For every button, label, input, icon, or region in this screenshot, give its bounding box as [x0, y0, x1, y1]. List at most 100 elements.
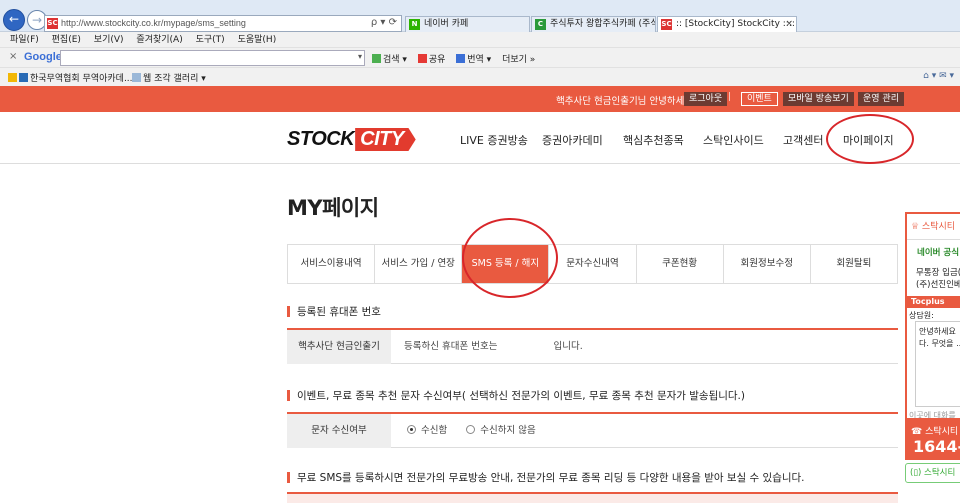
close-tab-icon[interactable]: ×	[785, 17, 793, 32]
tab-service-join[interactable]: 서비스 가입 / 연장	[375, 245, 463, 283]
address-bar[interactable]: SC http://www.stockcity.co.kr/mypage/sms…	[44, 15, 402, 32]
tab-coupons[interactable]: 쿠폰현황	[637, 245, 724, 283]
site-favicon: SC	[47, 18, 58, 29]
logout-button[interactable]: 로그아웃	[684, 92, 728, 106]
radio-receive[interactable]: 수신함	[407, 425, 447, 436]
tool-label: 번역 ▾	[467, 55, 492, 65]
tab-naver-cafe[interactable]: N 네이버 카페	[405, 16, 530, 32]
tab-edit-profile[interactable]: 회원정보수정	[724, 245, 811, 283]
site-header: STOCK CITY LIVE 증권방송 증권아카데미 핵심추천종목 스탁인사이드…	[0, 112, 960, 164]
google-more-button[interactable]: 더보기 »	[502, 55, 535, 65]
favorite-kita[interactable]: 한국무역협회 무역아카데...	[8, 71, 133, 84]
phone-number: 1644-	[913, 437, 960, 456]
admin-button[interactable]: 운영 관리	[858, 92, 904, 106]
sms-consent-label: 문자 수신여부	[287, 414, 391, 448]
menu-edit[interactable]: 편집(E)	[52, 33, 81, 47]
google-share-button[interactable]: 공유	[417, 54, 446, 65]
nav-live-broadcast[interactable]: LIVE 증권방송	[460, 132, 528, 148]
event-button[interactable]: 이벤트	[741, 92, 778, 106]
back-arrow-icon[interactable]: ←	[3, 9, 25, 31]
logo-city-text: CITY	[355, 128, 416, 151]
google-logo: Google	[24, 51, 62, 63]
section-sms-consent-title: 이벤트, 무료 종목 추천 문자 수신여부( 선택하신 전문가의 이벤트, 무료…	[287, 388, 745, 403]
cafe-favicon: C	[535, 19, 546, 30]
tab-sms-received[interactable]: 문자수신내역	[549, 245, 637, 283]
menu-tools[interactable]: 도구(T)	[196, 33, 225, 47]
chevron-down-icon[interactable]: ▾	[358, 52, 362, 61]
widget-company-line: (주)선진인베스	[916, 280, 960, 290]
google-search-button[interactable]: 검색 ▾	[372, 54, 407, 65]
menu-bar: 파일(F) 편집(E) 보기(V) 즐겨찾기(A) 도구(T) 도움말(H)	[0, 33, 960, 47]
sms-consent-row: 문자 수신여부 수신함 수신하지 않음	[287, 412, 898, 448]
tool-label: 공유	[428, 55, 446, 65]
radio-receive-label: 수신함	[421, 425, 448, 436]
tab-stockcity[interactable]: SC :: [StockCity] StockCity :::: ×	[657, 16, 797, 32]
widget-header: ♕ 스탁시티	[907, 214, 960, 240]
web-slice-icon	[132, 73, 141, 82]
tocplus-bar: Tocplus	[907, 296, 960, 308]
share-icon	[417, 54, 427, 63]
address-url[interactable]: http://www.stockcity.co.kr/mypage/sms_se…	[61, 18, 246, 28]
chat-agent-label: 상담원:	[909, 311, 934, 320]
menu-favorites[interactable]: 즐겨찾기(A)	[136, 33, 182, 47]
registered-phone-row: 핵추사단 현금인출기 등록하신 휴대폰 번호는 입니다.	[287, 328, 898, 364]
close-icon[interactable]: ×	[9, 51, 17, 62]
registered-phone-value: 등록하신 휴대폰 번호는 입니다.	[404, 330, 583, 364]
browser-chrome: ← → SC http://www.stockcity.co.kr/mypage…	[0, 0, 960, 86]
nav-customer-center[interactable]: 고객센터	[783, 132, 823, 148]
address-row: ← → SC http://www.stockcity.co.kr/mypage…	[0, 0, 960, 32]
chat-window: 안녕하세요 다. 무엇을 ...	[915, 321, 960, 407]
logo-stock-text: STOCK	[287, 128, 355, 150]
radio-not-receive[interactable]: 수신하지 않음	[466, 425, 536, 436]
mobile-broadcast-button[interactable]: 모바일 방송보기	[783, 92, 854, 106]
chat-line: 안녕하세요	[919, 327, 956, 336]
phone-prefix-text: 등록하신 휴대폰 번호는	[404, 341, 498, 352]
search-icon	[372, 54, 381, 63]
radio-unselected-icon[interactable]	[466, 425, 476, 434]
menu-help[interactable]: 도움말(H)	[238, 33, 277, 47]
google-toolbar: × Google ▾ 검색 ▾ 공유 번역 ▾ 더보기 »	[0, 47, 960, 67]
widget-footer-button[interactable]: (▯) 스탁시티	[905, 463, 960, 483]
google-tools: 검색 ▾ 공유 번역 ▾ 더보기 »	[372, 52, 543, 65]
section-registered-phone-title: 등록된 휴대폰 번호	[287, 304, 381, 319]
site-topbar: 핵추사단 현금인출기님 안녕하세요 로그아웃 | 이벤트 모바일 방송보기 운영…	[0, 86, 960, 112]
tab-service-history[interactable]: 서비스이용내역	[288, 245, 376, 283]
chat-line: 다. 무엇을 ...	[919, 339, 960, 348]
tab-stock-cafe[interactable]: C 주식투자 왕합주식카페 (주식/...	[531, 16, 656, 32]
nav-recommend[interactable]: 핵심추천종목	[623, 132, 684, 148]
tab-withdraw[interactable]: 회원탈퇴	[811, 245, 897, 283]
greeting-text: 핵추사단 현금인출기님 안녕하세요	[556, 96, 694, 107]
stockcity-favicon: SC	[661, 19, 672, 30]
google-logo-text: Google	[24, 51, 62, 63]
nav-stock-inside[interactable]: 스탁인사이드	[703, 132, 764, 148]
radio-selected-icon[interactable]	[407, 425, 416, 434]
radio-not-receive-label: 수신하지 않음	[480, 425, 536, 436]
tab-label: 주식투자 왕합주식카페 (주식/...	[550, 19, 655, 29]
annotation-circle-sms-tab	[462, 218, 558, 298]
menu-file[interactable]: 파일(F)	[10, 33, 39, 47]
member-name-label: 핵추사단 현금인출기	[287, 330, 391, 364]
phone-label: ☎ 스탁시티	[911, 427, 959, 437]
home-mail-icon[interactable]: ⌂ ▾ ✉ ▾	[923, 71, 954, 81]
search-refresh-icon[interactable]: ρ ▾ ⟳	[371, 17, 397, 28]
phone-banner[interactable]: ☎ 스탁시티 1644-	[905, 418, 960, 460]
section-free-sms-title: 무료 SMS를 등록하시면 전문가의 무료방송 안내, 전문가의 무료 종목 리…	[287, 470, 805, 485]
google-translate-button[interactable]: 번역 ▾	[456, 54, 492, 65]
widget-naver-link[interactable]: 네이버 공식	[907, 240, 960, 266]
naver-favicon: N	[409, 19, 420, 30]
favorite-web-slice[interactable]: 웹 조각 갤러리 ▾	[132, 71, 206, 84]
tool-label: 검색 ▾	[383, 55, 407, 65]
page-title: MY페이지	[287, 196, 379, 220]
kita-favicon	[19, 73, 28, 82]
google-search-input[interactable]: ▾	[60, 50, 365, 66]
annotation-circle-mypage	[826, 114, 914, 164]
stockcity-logo[interactable]: STOCK CITY	[287, 128, 416, 152]
tab-label: :: [StockCity] StockCity ::::	[676, 19, 795, 29]
mypage-tabs: 서비스이용내역 서비스 가입 / 연장 SMS 등록 / 해지 문자수신내역 쿠…	[287, 244, 898, 284]
menu-view[interactable]: 보기(V)	[94, 33, 124, 47]
translate-icon	[456, 54, 466, 63]
nav-academy[interactable]: 증권아카데미	[542, 132, 603, 148]
favorite-label: 웹 조각 갤러리 ▾	[143, 74, 206, 84]
favorite-label: 한국무역협회 무역아카데...	[30, 74, 133, 84]
tab-label: 네이버 카페	[424, 19, 469, 29]
